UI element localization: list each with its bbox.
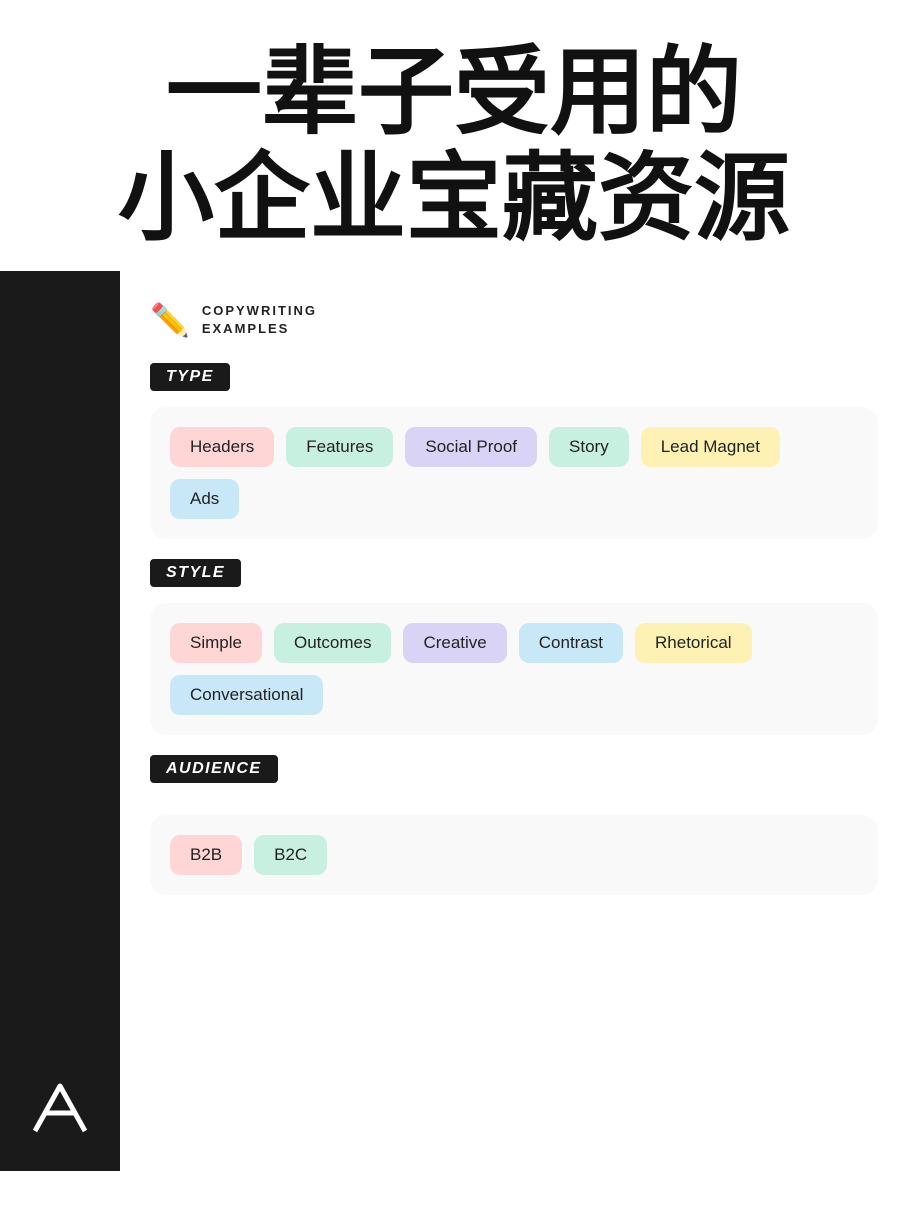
tag-rhetorical[interactable]: Rhetorical [635,623,752,663]
tag-social-proof[interactable]: Social Proof [405,427,537,467]
tag-simple[interactable]: Simple [170,623,262,663]
tag-outcomes[interactable]: Outcomes [274,623,391,663]
tag-conversational[interactable]: Conversational [170,675,323,715]
tag-ads[interactable]: Ads [170,479,239,519]
tag-lead-magnet[interactable]: Lead Magnet [641,427,780,467]
title-line1: 一辈子受用的 [60,40,848,146]
card-header: ✏️ COPYWRITING EXAMPLES [150,301,878,339]
type-tags-grid: Headers Features Social Proof Story Lead… [170,427,858,519]
tag-features[interactable]: Features [286,427,393,467]
left-sidebar [0,271,120,1171]
tag-b2c[interactable]: B2C [254,835,327,875]
type-tags-card: Headers Features Social Proof Story Lead… [150,407,878,539]
tag-b2b[interactable]: B2B [170,835,242,875]
style-tags-card: Simple Outcomes Creative Contrast Rhetor… [150,603,878,735]
card-title-text: COPYWRITING EXAMPLES [202,302,317,338]
title-section: 一辈子受用的 小企业宝藏资源 [0,0,908,271]
style-tags-grid: Simple Outcomes Creative Contrast Rhetor… [170,623,858,715]
type-label-row: TYPE [150,363,878,407]
title-line2: 小企业宝藏资源 [60,146,848,252]
content-area: ✏️ COPYWRITING EXAMPLES TYPE Headers Fea… [120,271,908,1171]
style-section-label: STYLE [150,559,241,587]
audience-tags-grid: B2B B2C [170,835,858,875]
logo-icon [25,1071,95,1141]
style-label-row: STYLE [150,559,878,603]
tag-headers[interactable]: Headers [170,427,274,467]
main-content: ✏️ COPYWRITING EXAMPLES TYPE Headers Fea… [0,271,908,1171]
type-section-label: TYPE [150,363,230,391]
pencil-icon: ✏️ [150,301,190,339]
page-wrapper: 一辈子受用的 小企业宝藏资源 ✏️ COPYWRITING EXAMPLES [0,0,908,1213]
audience-label-row: AUDIENCE [150,755,878,799]
tag-creative[interactable]: Creative [403,623,506,663]
tag-contrast[interactable]: Contrast [519,623,623,663]
audience-section-label: AUDIENCE [150,755,278,783]
audience-tags-card: B2B B2C [150,815,878,895]
tag-story[interactable]: Story [549,427,629,467]
